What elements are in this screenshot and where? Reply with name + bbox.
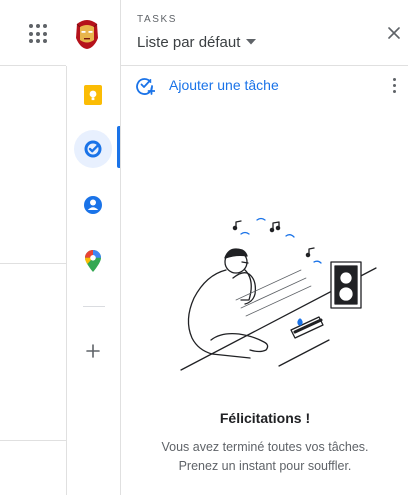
apps-grid-icon[interactable] — [24, 20, 52, 48]
tasks-icon — [84, 140, 102, 158]
empty-state-message: Prenez un instant pour souffler. — [178, 459, 352, 473]
tasks-panel: TASKS Liste par défaut Ajouter une tâche — [120, 0, 408, 495]
iron-man-avatar-icon — [76, 20, 98, 49]
rail-divider — [83, 306, 105, 307]
tasks-app-button[interactable] — [74, 130, 112, 168]
maps-app-button[interactable] — [74, 242, 112, 280]
add-task-button[interactable]: Ajouter une tâche — [135, 72, 279, 98]
contacts-app-button[interactable] — [74, 186, 112, 224]
content-divider — [0, 263, 66, 264]
main-content-area — [0, 0, 66, 495]
more-options-button[interactable] — [385, 74, 403, 96]
relaxing-person-illustration — [180, 217, 377, 371]
maps-pin-icon — [85, 250, 101, 272]
close-button[interactable] — [383, 22, 405, 44]
empty-state-title: Félicitations ! — [219, 410, 311, 426]
content-divider — [0, 440, 66, 441]
empty-state-message: Vous avez terminé toutes vos tâches. — [161, 440, 369, 454]
contacts-icon — [84, 196, 102, 214]
add-task-label: Ajouter une tâche — [169, 77, 279, 93]
keep-icon — [84, 85, 102, 105]
account-avatar[interactable] — [74, 18, 100, 50]
task-list-selector[interactable]: Liste par défaut — [137, 31, 257, 53]
dropdown-arrow-icon — [246, 39, 257, 45]
close-icon — [388, 27, 400, 39]
add-task-icon — [136, 78, 155, 95]
more-vert-icon — [392, 77, 396, 81]
list-name: Liste par défaut — [137, 33, 241, 51]
keep-app-button[interactable] — [74, 76, 112, 114]
panel-header: TASKS Liste par défaut — [121, 0, 408, 66]
plus-icon — [86, 344, 100, 358]
header-divider — [0, 65, 66, 66]
panel-kicker: TASKS — [137, 14, 178, 25]
add-app-button[interactable] — [74, 332, 112, 370]
side-panel-rail — [66, 66, 120, 495]
